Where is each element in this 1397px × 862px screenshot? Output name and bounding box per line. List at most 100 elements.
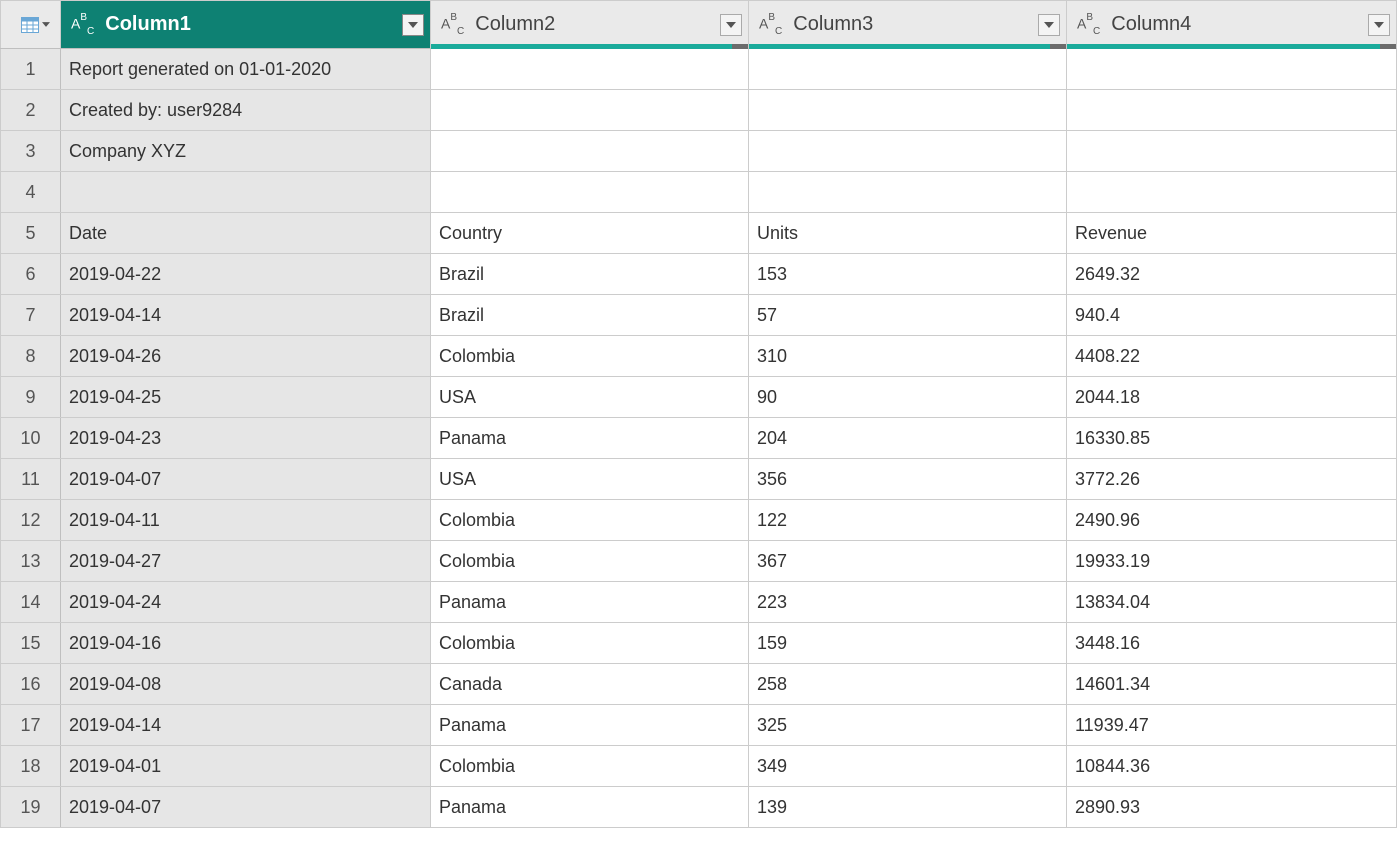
column-header-column4[interactable]: ABC Column4 <box>1067 1 1397 49</box>
table-row[interactable]: 72019-04-14Brazil57940.4 <box>1 295 1397 336</box>
cell[interactable] <box>431 172 749 213</box>
row-number[interactable]: 1 <box>1 49 61 90</box>
row-number[interactable]: 8 <box>1 336 61 377</box>
cell[interactable]: 2019-04-26 <box>61 336 431 377</box>
row-number[interactable]: 3 <box>1 131 61 172</box>
cell[interactable]: USA <box>431 459 749 500</box>
row-number[interactable]: 15 <box>1 623 61 664</box>
column-header-column2[interactable]: ABC Column2 <box>431 1 749 49</box>
cell[interactable]: 3772.26 <box>1067 459 1397 500</box>
cell[interactable]: Colombia <box>431 623 749 664</box>
cell[interactable]: Colombia <box>431 336 749 377</box>
cell[interactable]: 2044.18 <box>1067 377 1397 418</box>
cell[interactable] <box>749 90 1067 131</box>
cell[interactable] <box>61 172 431 213</box>
row-number[interactable]: 18 <box>1 746 61 787</box>
cell[interactable] <box>1067 90 1397 131</box>
cell[interactable]: 2019-04-08 <box>61 664 431 705</box>
cell[interactable]: 349 <box>749 746 1067 787</box>
cell[interactable]: Colombia <box>431 746 749 787</box>
cell[interactable] <box>431 49 749 90</box>
row-number[interactable]: 13 <box>1 541 61 582</box>
table-row[interactable]: 82019-04-26Colombia3104408.22 <box>1 336 1397 377</box>
column-header-column3[interactable]: ABC Column3 <box>749 1 1067 49</box>
row-number[interactable]: 6 <box>1 254 61 295</box>
cell[interactable]: 940.4 <box>1067 295 1397 336</box>
column-filter-dropdown[interactable] <box>1368 14 1390 36</box>
cell[interactable]: 2649.32 <box>1067 254 1397 295</box>
cell[interactable]: 367 <box>749 541 1067 582</box>
row-number[interactable]: 19 <box>1 787 61 828</box>
column-filter-dropdown[interactable] <box>1038 14 1060 36</box>
cell[interactable]: Revenue <box>1067 213 1397 254</box>
cell[interactable]: 2019-04-16 <box>61 623 431 664</box>
cell[interactable]: 2019-04-07 <box>61 787 431 828</box>
cell[interactable]: 258 <box>749 664 1067 705</box>
cell[interactable]: 13834.04 <box>1067 582 1397 623</box>
column-header-column1[interactable]: ABC Column1 <box>61 1 431 49</box>
cell[interactable] <box>1067 49 1397 90</box>
table-row[interactable]: 4 <box>1 172 1397 213</box>
cell[interactable] <box>1067 131 1397 172</box>
cell[interactable]: Created by: user9284 <box>61 90 431 131</box>
cell[interactable]: 16330.85 <box>1067 418 1397 459</box>
cell[interactable]: 4408.22 <box>1067 336 1397 377</box>
row-number[interactable]: 2 <box>1 90 61 131</box>
cell[interactable]: 19933.19 <box>1067 541 1397 582</box>
cell[interactable]: 14601.34 <box>1067 664 1397 705</box>
cell[interactable]: Brazil <box>431 295 749 336</box>
cell[interactable]: Canada <box>431 664 749 705</box>
row-number[interactable]: 14 <box>1 582 61 623</box>
cell[interactable]: 2490.96 <box>1067 500 1397 541</box>
cell[interactable]: 159 <box>749 623 1067 664</box>
cell[interactable]: Brazil <box>431 254 749 295</box>
column-filter-dropdown[interactable] <box>402 14 424 36</box>
table-row[interactable]: 62019-04-22Brazil1532649.32 <box>1 254 1397 295</box>
cell[interactable]: 2890.93 <box>1067 787 1397 828</box>
cell[interactable]: Colombia <box>431 541 749 582</box>
table-row[interactable]: 5DateCountryUnitsRevenue <box>1 213 1397 254</box>
cell[interactable]: 2019-04-22 <box>61 254 431 295</box>
row-number[interactable]: 9 <box>1 377 61 418</box>
cell[interactable]: 153 <box>749 254 1067 295</box>
table-row[interactable]: 132019-04-27Colombia36719933.19 <box>1 541 1397 582</box>
cell[interactable]: 11939.47 <box>1067 705 1397 746</box>
table-row[interactable]: 172019-04-14Panama32511939.47 <box>1 705 1397 746</box>
table-row[interactable]: 142019-04-24Panama22313834.04 <box>1 582 1397 623</box>
table-row[interactable]: 192019-04-07Panama1392890.93 <box>1 787 1397 828</box>
cell[interactable] <box>749 49 1067 90</box>
cell[interactable]: USA <box>431 377 749 418</box>
cell[interactable]: 2019-04-14 <box>61 705 431 746</box>
table-row[interactable]: 92019-04-25USA902044.18 <box>1 377 1397 418</box>
cell[interactable]: Date <box>61 213 431 254</box>
cell[interactable]: 2019-04-07 <box>61 459 431 500</box>
row-number[interactable]: 10 <box>1 418 61 459</box>
row-number[interactable]: 7 <box>1 295 61 336</box>
row-number[interactable]: 4 <box>1 172 61 213</box>
row-number[interactable]: 11 <box>1 459 61 500</box>
cell[interactable] <box>749 131 1067 172</box>
table-row[interactable]: 2Created by: user9284 <box>1 90 1397 131</box>
cell[interactable]: 122 <box>749 500 1067 541</box>
cell[interactable]: Country <box>431 213 749 254</box>
table-row[interactable]: 1Report generated on 01-01-2020 <box>1 49 1397 90</box>
cell[interactable]: 90 <box>749 377 1067 418</box>
table-row[interactable]: 102019-04-23Panama20416330.85 <box>1 418 1397 459</box>
cell[interactable]: 2019-04-23 <box>61 418 431 459</box>
cell[interactable]: 2019-04-24 <box>61 582 431 623</box>
cell[interactable]: 139 <box>749 787 1067 828</box>
select-all-corner[interactable] <box>1 1 61 49</box>
column-filter-dropdown[interactable] <box>720 14 742 36</box>
cell[interactable]: 3448.16 <box>1067 623 1397 664</box>
cell[interactable]: 57 <box>749 295 1067 336</box>
cell[interactable]: Panama <box>431 705 749 746</box>
cell[interactable]: 2019-04-25 <box>61 377 431 418</box>
row-number[interactable]: 17 <box>1 705 61 746</box>
cell[interactable]: Panama <box>431 582 749 623</box>
cell[interactable]: Company XYZ <box>61 131 431 172</box>
table-row[interactable]: 112019-04-07USA3563772.26 <box>1 459 1397 500</box>
cell[interactable]: 356 <box>749 459 1067 500</box>
cell[interactable]: Units <box>749 213 1067 254</box>
cell[interactable]: 204 <box>749 418 1067 459</box>
cell[interactable]: Colombia <box>431 500 749 541</box>
